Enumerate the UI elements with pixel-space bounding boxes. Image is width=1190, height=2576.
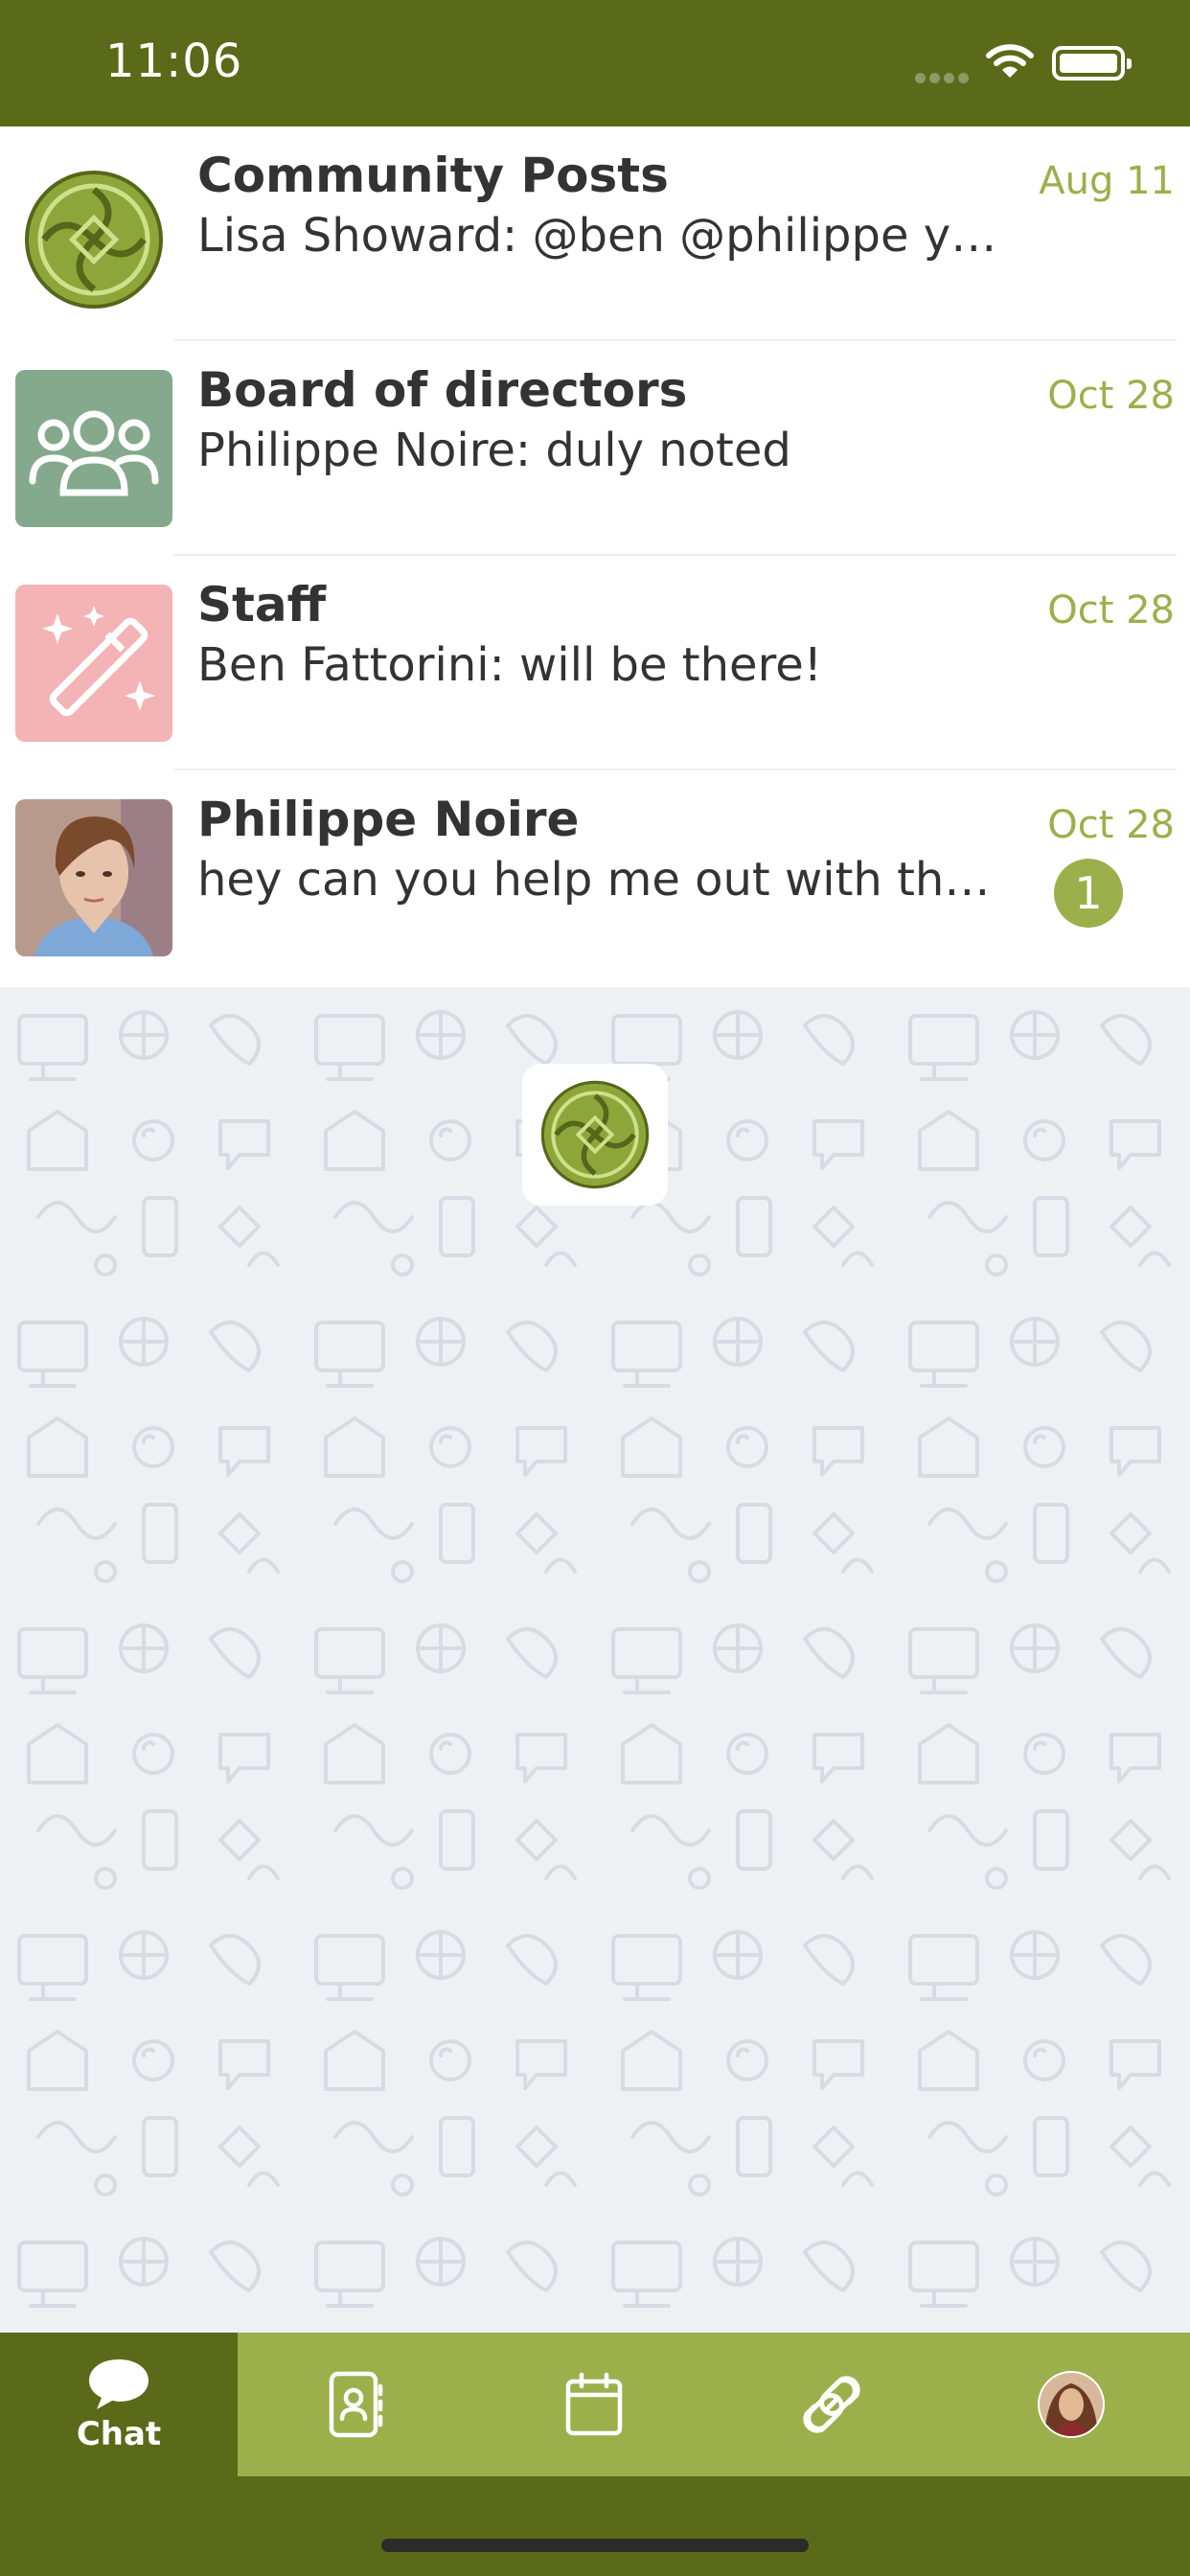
link-icon	[803, 2376, 860, 2433]
battery-icon	[1052, 46, 1132, 80]
tab-chat[interactable]: Chat	[0, 2333, 238, 2476]
chat-bubble-icon	[89, 2359, 149, 2409]
user-photo	[15, 799, 172, 956]
group-people-icon	[15, 370, 172, 527]
chat-title: Community Posts	[197, 148, 669, 203]
community-logo-icon	[522, 1064, 668, 1206]
signal-icon	[915, 69, 973, 87]
chat-preview: Philippe Noire: duly noted	[197, 424, 791, 477]
chat-date: Oct 28	[1047, 374, 1175, 418]
tab-label: Chat	[76, 2415, 162, 2453]
chat-row-philippe-noire[interactable]: Philippe Noire hey can you help me out w…	[0, 770, 1190, 985]
chat-preview: Lisa Showard: @ben @philippe you...	[197, 209, 1002, 263]
tab-calendar[interactable]	[475, 2333, 713, 2476]
unread-badge: 1	[1054, 859, 1123, 928]
calendar-icon	[565, 2372, 623, 2436]
chat-date: Oct 28	[1047, 588, 1175, 632]
chat-title: Staff	[197, 577, 327, 632]
chat-preview: hey can you help me out with the ...	[197, 853, 1002, 907]
status-bar: 11:06	[0, 0, 1190, 126]
chat-title: Philippe Noire	[197, 792, 580, 847]
tab-profile[interactable]	[952, 2333, 1190, 2476]
magic-wand-icon	[15, 585, 172, 742]
chat-preview: Ben Fattorini: will be there!	[197, 638, 823, 692]
status-time: 11:06	[105, 34, 243, 88]
tab-contacts[interactable]	[238, 2333, 475, 2476]
tab-links[interactable]	[713, 2333, 950, 2476]
contacts-book-icon	[329, 2371, 383, 2438]
profile-avatar	[1038, 2371, 1105, 2438]
tab-bar: Chat	[0, 2333, 1190, 2476]
chat-row-staff[interactable]: Staff Ben Fattorini: will be there! Oct …	[0, 556, 1190, 770]
home-indicator[interactable]	[381, 2539, 809, 2552]
chat-date: Oct 28	[1047, 803, 1175, 847]
chat-row-community-posts[interactable]: Community Posts Lisa Showard: @ben @phil…	[0, 126, 1190, 341]
community-logo-icon	[15, 161, 172, 318]
chat-date: Aug 11	[1039, 159, 1175, 203]
chat-row-board-of-directors[interactable]: Board of directors Philippe Noire: duly …	[0, 341, 1190, 556]
chat-list: Community Posts Lisa Showard: @ben @phil…	[0, 126, 1190, 987]
chat-title: Board of directors	[197, 362, 688, 418]
home-indicator-area	[0, 2476, 1190, 2576]
wifi-icon	[986, 44, 1034, 78]
